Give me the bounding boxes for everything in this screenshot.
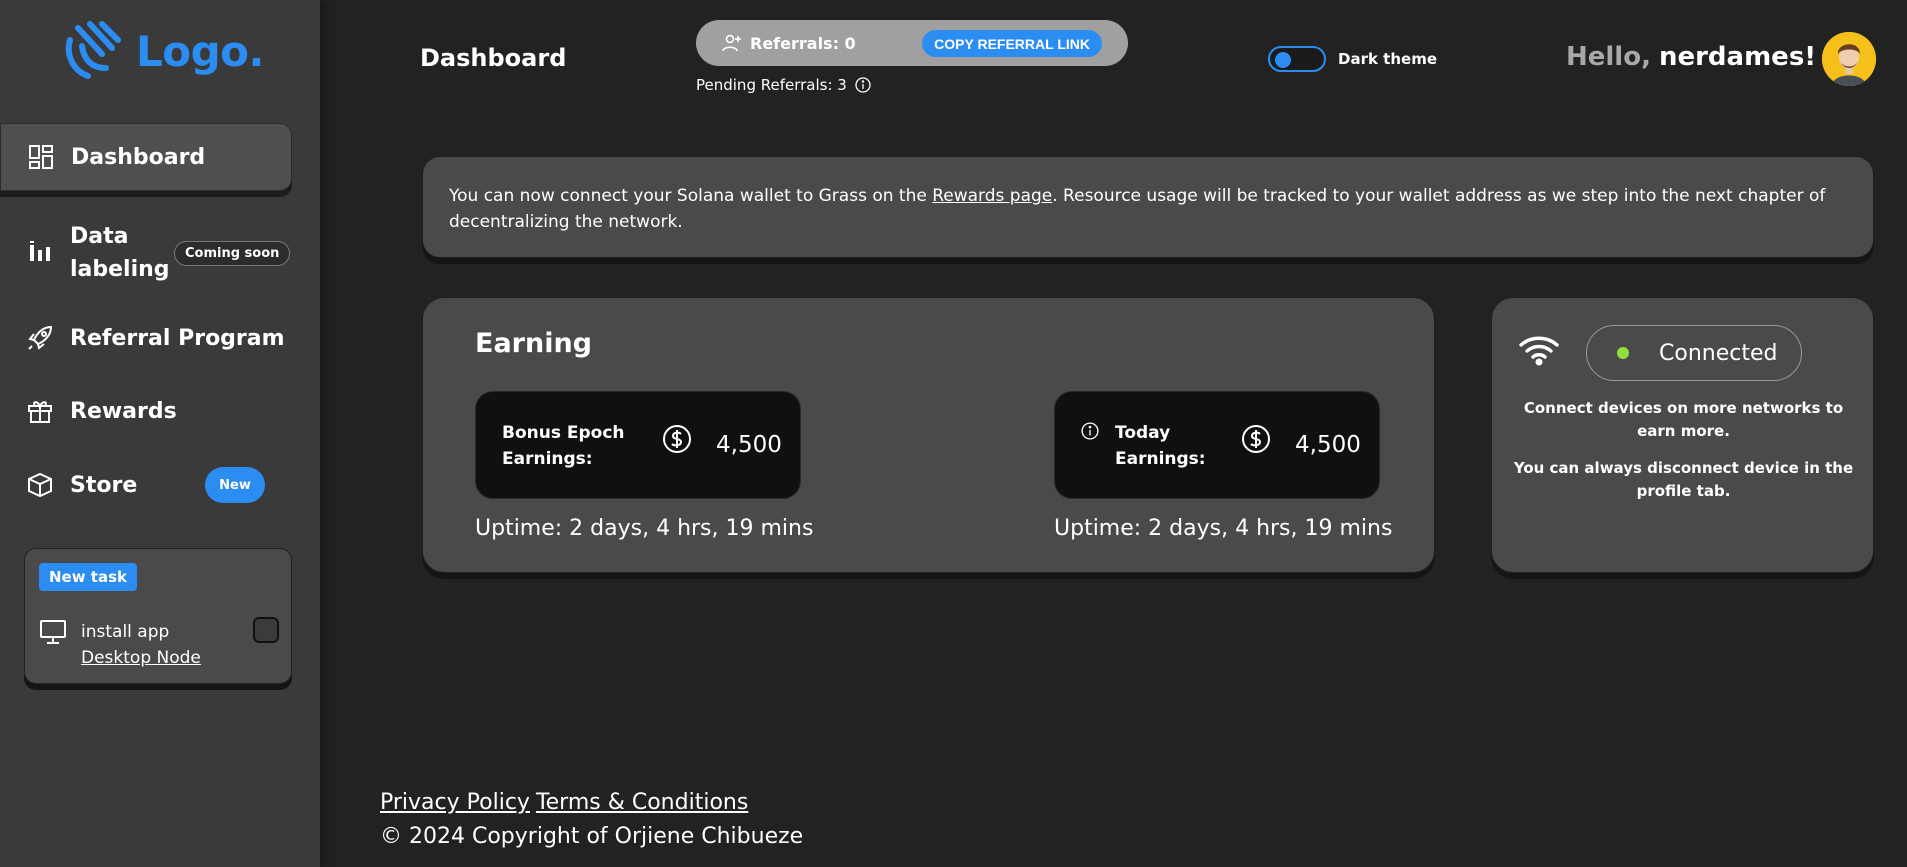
connection-status-text: Connected: [1659, 340, 1778, 366]
earning-card: Earning Bonus Epoch Earnings: 4,500 Upti…: [422, 297, 1435, 573]
earnings-value: 4,500: [716, 432, 782, 458]
sidebar-item-label: Rewards: [70, 398, 177, 424]
sidebar-item-label: Store: [70, 472, 138, 498]
referral-count: Referrals: 0: [722, 34, 856, 53]
theme-toggle[interactable]: Dark theme: [1268, 46, 1437, 72]
disconnect-device-note: You can always disconnect device in the …: [1513, 459, 1854, 500]
dark-theme-switch[interactable]: [1268, 46, 1326, 72]
bar-chart-icon: [26, 239, 54, 267]
greeting-text: Hello,: [1566, 42, 1651, 72]
task-row: install app Desktop Node: [39, 619, 201, 671]
page-title: Dashboard: [420, 44, 567, 72]
banner-text-before: You can now connect your Solana wallet t…: [449, 186, 933, 206]
logo-icon: [65, 21, 121, 79]
privacy-policy-link[interactable]: Privacy Policy: [380, 790, 530, 815]
connection-card: Connected Connect devices on more networ…: [1491, 297, 1874, 573]
earnings-value: 4,500: [1295, 432, 1361, 458]
gift-icon: [26, 397, 54, 425]
terms-link[interactable]: Terms & Conditions: [536, 790, 748, 815]
sidebar-item-store[interactable]: Store New: [0, 467, 292, 503]
status-dot: [1617, 347, 1629, 359]
today-earnings-box: Today Earnings: 4,500: [1054, 391, 1380, 499]
new-task-tag: New task: [39, 563, 138, 591]
bonus-epoch-earnings-box: Bonus Epoch Earnings: 4,500: [475, 391, 801, 499]
sidebar-item-data-labeling[interactable]: Data labeling Coming soon: [0, 220, 292, 286]
logo-text: Logo.: [136, 26, 265, 76]
desktop-node-link[interactable]: Desktop Node: [81, 645, 201, 671]
info-icon[interactable]: [855, 77, 871, 93]
earnings-label-line2: Earnings:: [502, 449, 593, 469]
wifi-icon: [1518, 334, 1560, 370]
username: nerdames!: [1658, 42, 1817, 72]
new-task-card: New task install app Desktop Node: [24, 548, 292, 684]
referrals-text: Referrals: 0: [750, 33, 856, 53]
monitor-icon: [39, 619, 67, 671]
rocket-icon: [26, 324, 54, 352]
uptime-text: Uptime: 2 days, 4 hrs, 19 mins: [1054, 516, 1393, 541]
pending-referrals-text: Pending Referrals: 3: [696, 76, 847, 94]
sidebar: Logo. Dashboard Data labeling Coming soo…: [0, 0, 320, 867]
referral-pill: Referrals: 0 COPY REFERRAL LINK: [696, 20, 1128, 66]
dollar-icon: [1241, 424, 1271, 454]
dollar-icon: [662, 424, 692, 454]
sidebar-item-dashboard[interactable]: Dashboard: [0, 123, 292, 191]
earnings-label-line1: Bonus Epoch: [502, 423, 625, 443]
toggle-knob: [1275, 52, 1291, 68]
uptime-text: Uptime: 2 days, 4 hrs, 19 mins: [475, 516, 814, 541]
footer-links: Privacy Policy Terms & Conditions: [380, 790, 754, 815]
add-user-icon: [722, 34, 741, 52]
earning-title: Earning: [475, 328, 593, 359]
dark-theme-label: Dark theme: [1338, 50, 1437, 68]
logo[interactable]: Logo.: [62, 20, 265, 82]
info-icon[interactable]: [1081, 422, 1099, 444]
coming-soon-badge: Coming soon: [174, 240, 291, 266]
connection-status[interactable]: Connected: [1586, 325, 1802, 381]
avatar[interactable]: [1822, 32, 1876, 86]
connect-devices-note: Connect devices on more networks to earn…: [1523, 399, 1844, 440]
sidebar-item-rewards[interactable]: Rewards: [0, 395, 292, 427]
earnings-label-line1: Today: [1115, 423, 1171, 443]
sidebar-item-label: Referral Program: [70, 325, 285, 351]
copy-referral-link-button[interactable]: COPY REFERRAL LINK: [922, 30, 1102, 57]
task-label: install app: [81, 622, 170, 642]
dashboard-icon: [27, 143, 55, 171]
rewards-page-link[interactable]: Rewards page: [932, 186, 1052, 206]
copyright: © 2024 Copyright of Orjiene Chibueze: [380, 824, 804, 849]
greeting: Hello, nerdames!: [1566, 42, 1816, 72]
sidebar-item-label: Data labeling: [70, 224, 170, 282]
sidebar-item-label: Dashboard: [71, 144, 206, 170]
sidebar-item-referral-program[interactable]: Referral Program: [0, 322, 292, 354]
pending-referrals: Pending Referrals: 3: [696, 76, 871, 94]
earnings-label: Bonus Epoch Earnings:: [502, 420, 625, 472]
solana-announcement-banner: You can now connect your Solana wallet t…: [422, 156, 1874, 258]
box-icon: [26, 471, 54, 499]
earnings-label-line2: Earnings:: [1115, 449, 1206, 469]
task-checkbox[interactable]: [253, 617, 279, 643]
task-text: install app Desktop Node: [81, 619, 201, 671]
earnings-label: Today Earnings:: [1115, 420, 1206, 472]
new-badge: New: [205, 467, 265, 503]
